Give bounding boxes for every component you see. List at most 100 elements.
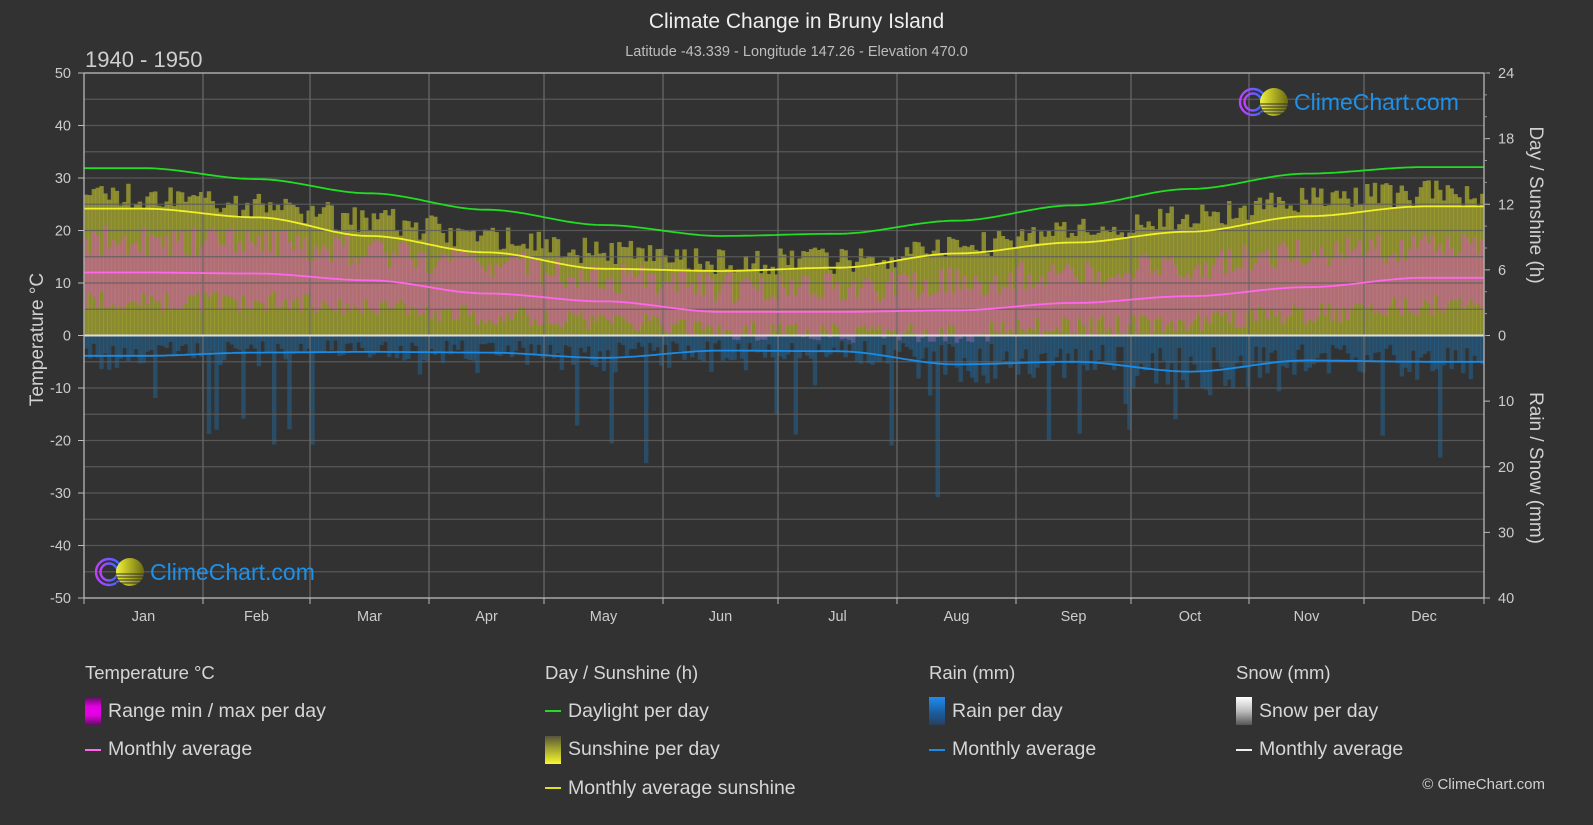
- temp-range-bar: [1395, 262, 1401, 309]
- temp-range-bar: [482, 272, 488, 324]
- rain-bar: [122, 335, 127, 348]
- rain-bar: [1399, 335, 1405, 377]
- rain-bar: [586, 335, 591, 347]
- sunshine-avg-swatch: [545, 787, 561, 789]
- rain-bar: [924, 335, 929, 348]
- rain-bar: [1273, 335, 1278, 351]
- temp-range-bar: [294, 235, 300, 298]
- rain-bar: [172, 335, 177, 356]
- temp-range-bar: [1096, 271, 1102, 321]
- rain-bar: [237, 335, 242, 351]
- temp-range-bar: [966, 288, 971, 342]
- temp-range-bar: [544, 273, 549, 311]
- temp-range-bar: [1460, 234, 1466, 309]
- temp-range-bar: [970, 289, 975, 343]
- temp-range-bar: [1261, 252, 1266, 310]
- temp-range-bar: [118, 241, 123, 307]
- rain-bar: [877, 335, 883, 362]
- temp-range-bar: [816, 298, 822, 341]
- temp-range-bar: [1154, 269, 1159, 320]
- rain-bar: [1019, 335, 1025, 359]
- temp-avg-swatch: [85, 748, 101, 751]
- temp-range-bar: [352, 258, 357, 306]
- logo-bottom-left: ClimeChart.com: [94, 556, 315, 588]
- rain-bar: [1000, 335, 1006, 361]
- rain-bar: [1115, 335, 1121, 347]
- temp-range-bar: [1334, 241, 1339, 309]
- rain-bar: [728, 335, 733, 361]
- rain-bar: [1315, 335, 1320, 359]
- temp-range-bar: [762, 300, 768, 340]
- rain-bar: [647, 335, 653, 344]
- rain-bar: [663, 335, 668, 345]
- rain-bar: [398, 335, 403, 346]
- temp-range-bar: [747, 280, 752, 337]
- rain-bar: [1004, 335, 1009, 352]
- left-tick-label: 30: [55, 171, 71, 187]
- rain-bar: [321, 335, 327, 352]
- rain-bar: [1319, 335, 1324, 354]
- temp-range-bar: [479, 265, 484, 320]
- rain-bar: [762, 335, 768, 358]
- temp-range-bar: [985, 293, 990, 342]
- rain-bar: [1123, 335, 1128, 405]
- right-tick-label: 18: [1498, 132, 1514, 148]
- rain-bar: [471, 335, 476, 361]
- legend-item-snow-avg: Monthly average: [1236, 738, 1403, 762]
- month-label: Mar: [357, 609, 382, 625]
- rain-bar: [582, 335, 588, 353]
- month-label: Jun: [709, 609, 732, 625]
- temp-range-bar: [237, 242, 242, 311]
- rain-bar: [1096, 335, 1102, 360]
- rain-bar: [778, 335, 783, 357]
- temp-range-bar: [870, 282, 875, 327]
- rain-bar: [970, 335, 975, 378]
- rain-bar: [1069, 335, 1075, 364]
- month-label: Apr: [475, 609, 498, 625]
- temp-range-bar: [390, 252, 396, 309]
- temp-range-bar: [1085, 261, 1090, 337]
- temp-range-bar: [1065, 263, 1071, 320]
- rain-bar: [513, 335, 519, 351]
- temp-range-bar: [574, 288, 580, 317]
- temp-range-bar: [429, 273, 434, 319]
- temp-range-bar: [1073, 276, 1079, 335]
- temp-range-bar: [486, 264, 492, 320]
- rain-bar: [248, 335, 254, 345]
- rain-bar: [1468, 335, 1474, 380]
- rain-bar: [651, 335, 657, 351]
- right-axis-title-rain: Rain / Snow (mm): [1525, 392, 1546, 544]
- rain-bar: [387, 335, 392, 358]
- rain-bar: [1081, 335, 1086, 366]
- temp-range-bar: [559, 282, 565, 328]
- rain-bar: [1265, 335, 1270, 374]
- rain-bar: [1418, 335, 1424, 358]
- rain-bar: [183, 335, 189, 345]
- rain-bar: [1276, 335, 1282, 392]
- rain-bar: [601, 335, 607, 372]
- temp-range-bar: [805, 277, 810, 330]
- rain-bar: [463, 335, 469, 359]
- legend-item-temp-range: Range min / max per day: [85, 697, 326, 725]
- temp-range-bar: [1192, 268, 1197, 320]
- temp-range-bar: [705, 273, 710, 327]
- rain-bar: [613, 335, 618, 373]
- temp-range-bar: [1365, 252, 1370, 310]
- legend-item-daylight: Daylight per day: [545, 699, 796, 723]
- temp-range-bar: [885, 280, 891, 330]
- temp-range-bar: [256, 235, 262, 302]
- right-tick-label: 40: [1498, 591, 1514, 607]
- rain-bar: [160, 335, 166, 346]
- temp-range-bar: [1411, 235, 1416, 315]
- temp-range-bar: [1276, 245, 1282, 313]
- rain-bar: [156, 335, 162, 346]
- temp-range-bar: [1437, 244, 1443, 310]
- temp-range-bar: [877, 301, 883, 327]
- rain-bar: [973, 335, 979, 383]
- rain-bar: [344, 335, 350, 344]
- temp-range-bar: [624, 274, 630, 322]
- rain-bar: [555, 335, 561, 354]
- rain-bar: [1154, 335, 1159, 384]
- temp-range-bar: [947, 267, 952, 325]
- temp-range-bar: [402, 240, 407, 305]
